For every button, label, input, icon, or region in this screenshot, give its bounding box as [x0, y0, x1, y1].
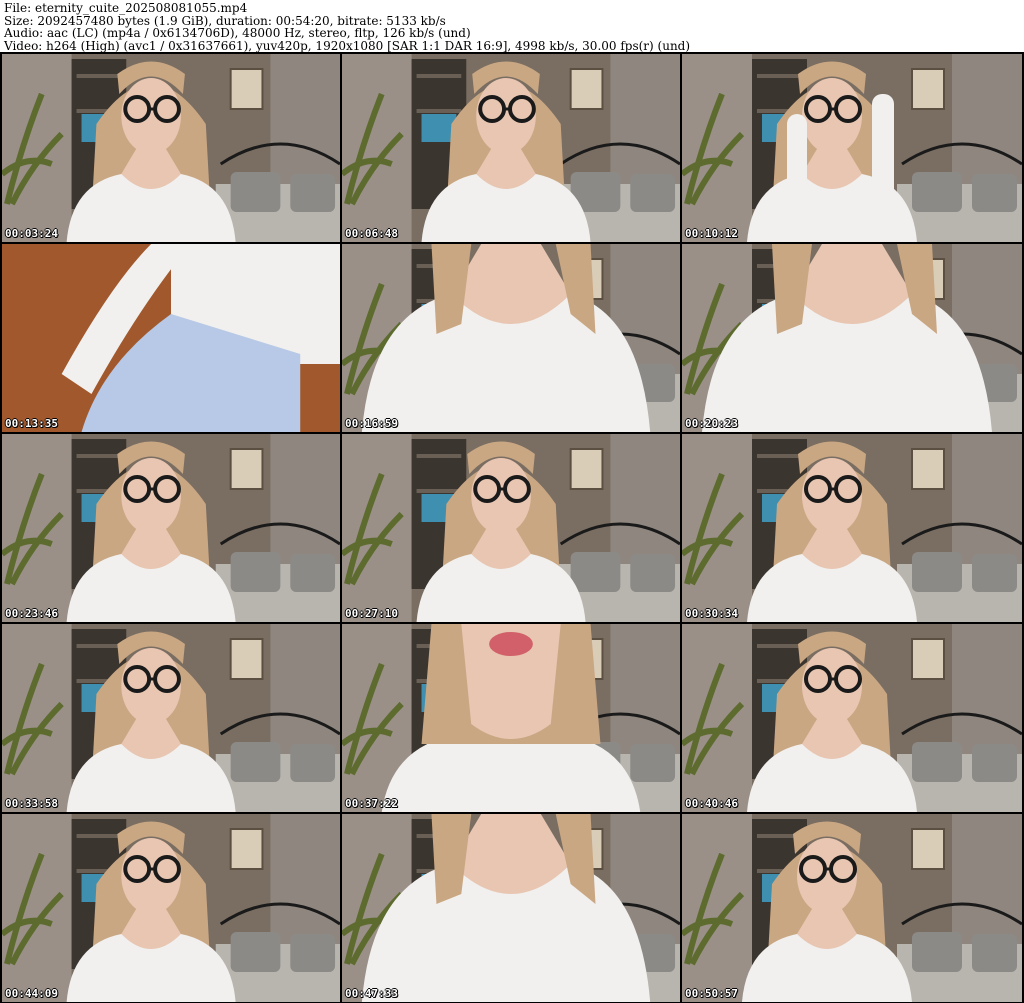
video-thumbnail[interactable]: 00:06:48: [342, 54, 680, 242]
audio-line: Audio: aac (LC) (mp4a / 0x6134706D), 480…: [4, 26, 471, 40]
thumbnail-frame: [682, 434, 1022, 622]
thumbnail-frame: [682, 244, 1022, 432]
thumbnail-frame: [2, 624, 340, 812]
video-thumbnail[interactable]: 00:23:46: [2, 434, 340, 622]
thumbnail-frame: [342, 814, 680, 1002]
video-thumbnail[interactable]: 00:30:34: [682, 434, 1022, 622]
thumbnail-frame: [682, 814, 1022, 1002]
thumbnail-timestamp: 00:44:09: [5, 987, 58, 1000]
thumbnail-frame: [2, 244, 340, 432]
thumbnail-timestamp: 00:33:58: [5, 797, 58, 810]
thumbnail-timestamp: 00:40:46: [685, 797, 738, 810]
thumbnail-grid: 00:03:24 00:06:48 00:10:12 00:13:35 00:1…: [0, 52, 1024, 1003]
video-thumbnail[interactable]: 00:13:35: [2, 244, 340, 432]
video-thumbnail[interactable]: 00:10:12: [682, 54, 1022, 242]
thumbnail-timestamp: 00:20:23: [685, 417, 738, 430]
video-thumbnail[interactable]: 00:03:24: [2, 54, 340, 242]
video-thumbnail[interactable]: 00:33:58: [2, 624, 340, 812]
video-thumbnail[interactable]: 00:16:59: [342, 244, 680, 432]
thumbnail-timestamp: 00:13:35: [5, 417, 58, 430]
thumbnail-frame: [2, 434, 340, 622]
thumbnail-frame: [682, 624, 1022, 812]
thumbnail-timestamp: 00:47:33: [345, 987, 398, 1000]
thumbnail-timestamp: 00:27:10: [345, 607, 398, 620]
video-thumbnail[interactable]: 00:20:23: [682, 244, 1022, 432]
thumbnail-timestamp: 00:03:24: [5, 227, 58, 240]
video-thumbnail[interactable]: 00:47:33: [342, 814, 680, 1002]
file-info-header: File: eternity_cuite_202508081055.mp4 Si…: [4, 2, 1020, 52]
video-thumbnail[interactable]: 00:37:22: [342, 624, 680, 812]
thumbnail-frame: [342, 244, 680, 432]
thumbnail-timestamp: 00:50:57: [685, 987, 738, 1000]
thumbnail-timestamp: 00:37:22: [345, 797, 398, 810]
thumbnail-frame: [682, 54, 1022, 242]
file-name-line: File: eternity_cuite_202508081055.mp4: [4, 1, 248, 15]
thumbnail-timestamp: 00:06:48: [345, 227, 398, 240]
video-thumbnail[interactable]: 00:40:46: [682, 624, 1022, 812]
video-line: Video: h264 (High) (avc1 / 0x31637661), …: [4, 38, 691, 53]
thumbnail-timestamp: 00:10:12: [685, 227, 738, 240]
thumbnail-frame: [342, 624, 680, 812]
thumbnail-timestamp: 00:23:46: [5, 607, 58, 620]
thumbnail-timestamp: 00:16:59: [345, 417, 398, 430]
video-thumbnail[interactable]: 00:27:10: [342, 434, 680, 622]
thumbnail-frame: [342, 434, 680, 622]
video-thumbnail[interactable]: 00:44:09: [2, 814, 340, 1002]
video-thumbnail[interactable]: 00:50:57: [682, 814, 1022, 1002]
thumbnail-frame: [342, 54, 680, 242]
thumbnail-frame: [2, 54, 340, 242]
thumbnail-frame: [2, 814, 340, 1002]
thumbnail-timestamp: 00:30:34: [685, 607, 738, 620]
